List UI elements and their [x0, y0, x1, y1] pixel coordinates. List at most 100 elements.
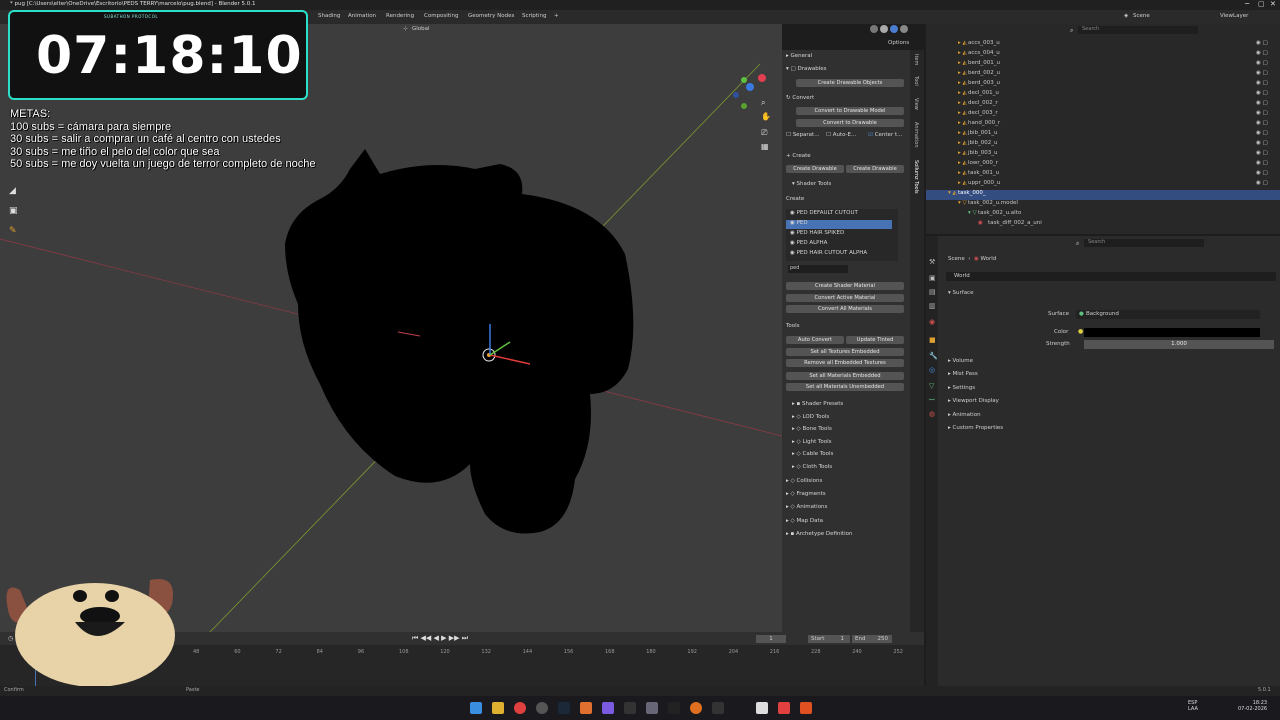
wireframe-shading-icon[interactable] [870, 25, 878, 33]
tool-tab-icon[interactable]: ⚒ [929, 258, 935, 266]
language-indicator[interactable]: ESP LAA [1188, 700, 1198, 712]
create-drawable-button-2[interactable]: Create Drawable [846, 165, 904, 173]
visibility-icon[interactable]: ◉ ▢ [1256, 100, 1268, 106]
viewlayer-selector[interactable]: ViewLayer [1220, 13, 1248, 19]
tab-compositing[interactable]: Compositing [424, 13, 458, 19]
section-animations[interactable]: ▸ ◇ Animations [786, 504, 827, 513]
convert-active-material-button[interactable]: Convert Active Material [786, 294, 904, 302]
surface-header[interactable]: ▾ Surface [948, 290, 973, 296]
animation-header[interactable]: ▸ Animation [948, 412, 981, 418]
visibility-icon[interactable]: ◉ ▢ [1256, 110, 1268, 116]
outliner-row[interactable]: ▸ ◭ jbib_003_u ◉ ▢ [926, 150, 1280, 160]
shader-tools-header[interactable]: ▾ Shader Tools [792, 181, 831, 190]
object-tab-icon[interactable]: ■ [929, 336, 936, 344]
close-icon[interactable]: ✕ [1270, 0, 1276, 8]
tab-shading[interactable]: Shading [318, 13, 340, 19]
app-red-icon[interactable] [778, 702, 790, 714]
remove-all-embedded-button[interactable]: Remove all Embedded Textures [786, 359, 904, 367]
add-workspace-button[interactable]: + [554, 13, 559, 19]
outliner-row[interactable]: ▸ ◭ jbib_002_u ◉ ▢ [926, 140, 1280, 150]
outliner-model-row[interactable]: ▾ ▽ task_002_u.model [926, 200, 1280, 210]
outliner-row[interactable]: ▸ ◭ accs_004_u ◉ ▢ [926, 50, 1280, 60]
tab-scripting[interactable]: Scripting [522, 13, 546, 19]
color-swatch[interactable] [1084, 328, 1260, 337]
set-all-materials-unembedded-button[interactable]: Set all Materials Unembedded [786, 383, 904, 391]
blender-icon[interactable] [690, 702, 702, 714]
rendered-shading-icon[interactable] [900, 25, 908, 33]
shader-list-item[interactable]: ◉ PED DEFAULT CUTOUT [790, 210, 858, 219]
create-shader-material-button[interactable]: Create Shader Material [786, 282, 904, 290]
subpanel-light-tools[interactable]: ▸ ◇ Light Tools [792, 439, 832, 448]
surface-field[interactable]: ● Background [1076, 310, 1260, 319]
view-layer-tab-icon[interactable]: ▥ [929, 302, 936, 310]
app-c-icon[interactable] [800, 702, 812, 714]
app-icon[interactable] [536, 702, 548, 714]
visibility-icon[interactable]: ◉ ▢ [1256, 150, 1268, 156]
custom-properties-header[interactable]: ▸ Custom Properties [948, 425, 1003, 431]
material-shading-icon[interactable] [890, 25, 898, 33]
properties-search-input[interactable]: Search [1084, 239, 1204, 247]
separate-checkbox[interactable]: ☐ Separat... [786, 132, 819, 141]
auto-convert-button[interactable]: Auto Convert [786, 336, 844, 344]
tab-tool[interactable]: Tool [913, 76, 919, 86]
visibility-icon[interactable]: ◉ ▢ [1256, 70, 1268, 76]
chrome-icon[interactable] [514, 702, 526, 714]
visibility-icon[interactable]: ◉ ▢ [1256, 50, 1268, 56]
section-collisions[interactable]: ▸ ◇ Collisions [786, 478, 822, 487]
clock[interactable]: 18:23 07-02-2026 [1238, 700, 1267, 712]
windows-start-icon[interactable] [470, 702, 482, 714]
outliner-material-row[interactable]: ▾ ▽ task_002_u.alto [926, 210, 1280, 220]
measure-tool-icon[interactable]: ◢ [9, 186, 16, 196]
subpanel-cable-tools[interactable]: ▸ ◇ Cable Tools [792, 451, 833, 460]
outliner-texture-row[interactable]: ◉ task_diff_002_a_uni [926, 220, 1280, 230]
settings-header[interactable]: ▸ Settings [948, 385, 975, 391]
shader-list-item[interactable]: ◉ PED HAIR SPIKED [790, 230, 844, 239]
options-button[interactable]: Options [888, 40, 909, 46]
app-icon-2[interactable] [712, 702, 724, 714]
general-header[interactable]: ▸ General [786, 53, 812, 62]
visibility-icon[interactable]: ◉ ▢ [1256, 160, 1268, 166]
pan-hand-icon[interactable]: ✋ [761, 112, 771, 121]
playback-controls[interactable]: ⏮ ◀◀ ◀ ▶ ▶▶ ⏭ [412, 634, 468, 643]
terminal-icon[interactable] [668, 702, 680, 714]
bone-tab-icon[interactable]: ꟷ [929, 396, 935, 405]
convert-to-drawable-model-button[interactable]: Convert to Drawable Model [796, 107, 904, 115]
viewport-display-header[interactable]: ▸ Viewport Display [948, 398, 999, 404]
tab-view[interactable]: View [913, 98, 919, 110]
shader-filter-input[interactable]: ped [788, 265, 848, 273]
tab-item[interactable]: Item [913, 54, 919, 65]
obs-icon[interactable] [624, 702, 636, 714]
outliner-row[interactable]: ▸ ◭ berd_003_u ◉ ▢ [926, 80, 1280, 90]
auto-embed-checkbox[interactable]: ☐ Auto-E... [826, 132, 856, 141]
data-tab-icon[interactable]: ▽ [929, 382, 934, 390]
maximize-icon[interactable]: ▢ [1258, 0, 1265, 8]
add-cube-tool-icon[interactable]: ▣ [9, 206, 18, 216]
shader-list[interactable]: ◉ PED DEFAULT CUTOUT ◉ PED ◉ PED HAIR SP… [786, 209, 898, 261]
render-tab-icon[interactable]: ▣ [929, 274, 936, 282]
settings-icon[interactable] [646, 702, 658, 714]
modifier-tab-icon[interactable]: 🔧 [929, 352, 938, 360]
subpanel-lod-tools[interactable]: ▸ ◇ LOD Tools [792, 414, 829, 423]
section-archetype-definition[interactable]: ▸ ▪ Archetype Definition [786, 531, 852, 540]
outliner-row[interactable]: ▸ ◭ uppr_000_u ◉ ▢ [926, 180, 1280, 190]
tab-rendering[interactable]: Rendering [386, 13, 414, 19]
shader-list-item-selected[interactable]: ◉ PED [786, 220, 892, 229]
outliner-row[interactable]: ▸ ◭ hand_000_r ◉ ▢ [926, 120, 1280, 130]
tab-geometry-nodes[interactable]: Geometry Nodes [468, 13, 514, 19]
outliner-row[interactable]: ▸ ◭ decl_003_r ◉ ▢ [926, 110, 1280, 120]
tab-sollumz-tools[interactable]: Sollumz Tools [913, 160, 919, 194]
tab-animation[interactable]: Animation [913, 122, 919, 148]
mist-pass-header[interactable]: ▸ Mist Pass [948, 371, 978, 377]
world-selector[interactable]: World [946, 272, 1276, 281]
transform-orientation-select[interactable]: Global [412, 26, 430, 32]
visibility-icon[interactable]: ◉ ▢ [1256, 40, 1268, 46]
file-explorer-icon[interactable] [492, 702, 504, 714]
set-all-materials-embedded-button[interactable]: Set all Materials Embedded [786, 372, 904, 380]
shader-list-item[interactable]: ◉ PED ALPHA [790, 240, 827, 249]
center-checkbox[interactable]: ☑ Center t... [868, 132, 902, 141]
shader-list-item[interactable]: ◉ PED HAIR CUTOUT ALPHA [790, 250, 867, 259]
solid-shading-icon[interactable] [880, 25, 888, 33]
grid-view-icon[interactable]: ▦ [761, 142, 769, 151]
outliner-search-input[interactable]: Search [1078, 26, 1198, 34]
physics-tab-icon[interactable]: ◎ [929, 366, 935, 374]
